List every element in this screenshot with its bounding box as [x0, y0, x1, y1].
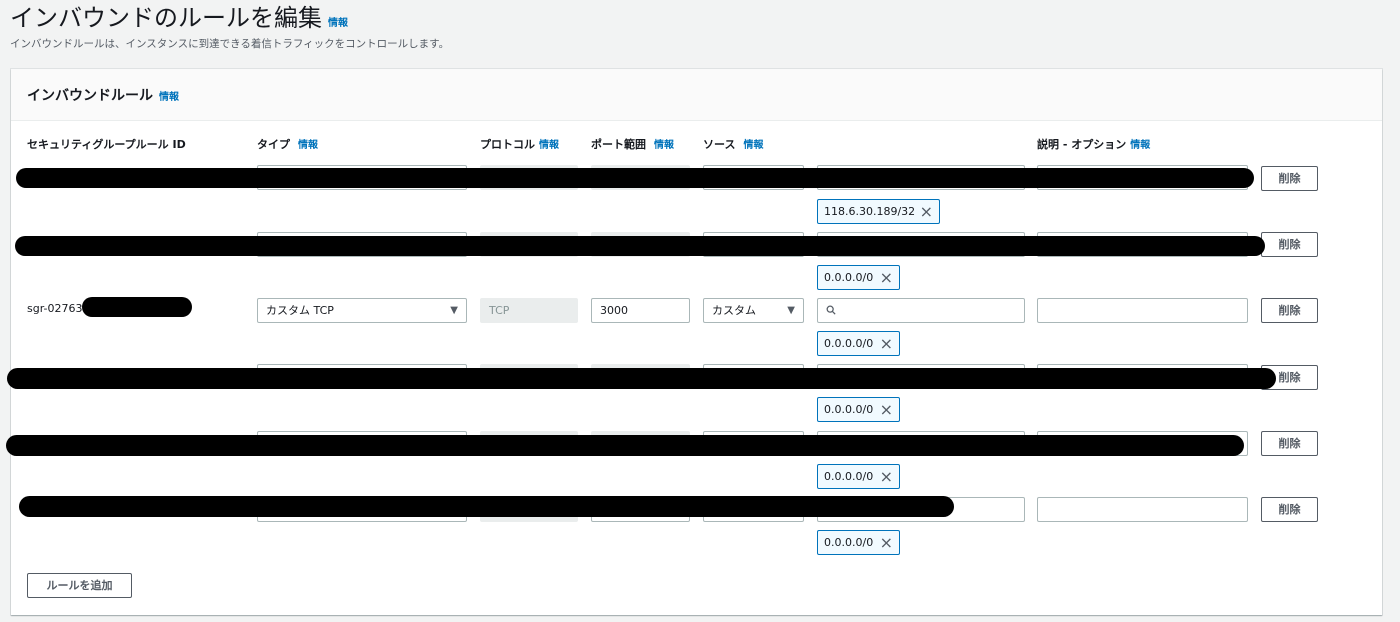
cidr-token: 0.0.0.0/0 × [817, 530, 900, 555]
column-header-description: 説明 - オプション 情報 [1037, 136, 1150, 152]
protocol-field: TCP [480, 298, 578, 323]
delete-button[interactable]: 削除 [1261, 497, 1318, 522]
type-select[interactable]: カスタム TCP ▼ [257, 298, 467, 323]
cidr-token-label: 0.0.0.0/0 [824, 337, 874, 350]
delete-button[interactable]: 削除 [1261, 298, 1318, 323]
redaction-mark [6, 435, 1244, 456]
inbound-rules-panel: インバウンドルール 情報 [11, 69, 1382, 615]
cidr-token-label: 0.0.0.0/0 [824, 536, 874, 549]
description-info-link[interactable]: 情報 [1130, 140, 1150, 151]
close-icon[interactable]: × [880, 465, 893, 488]
column-header-rule-id: セキュリティグループルール ID [27, 138, 186, 151]
type-info-link[interactable]: 情報 [298, 140, 318, 151]
cidr-token: 0.0.0.0/0 × [817, 331, 900, 356]
page-title-text: インバウンドのルールを編集 [10, 4, 322, 32]
page-title: インバウンドのルールを編集 情報 [10, 0, 348, 33]
column-port-label: ポート範囲 [591, 138, 646, 151]
redaction-mark [7, 368, 1276, 389]
cidr-token: 0.0.0.0/0 × [817, 464, 900, 489]
description-input[interactable] [1037, 298, 1248, 323]
page-description: インバウンドルールは、インスタンスに到達できる着信トラフィックをコントロールしま… [10, 38, 450, 50]
redaction-mark [16, 168, 1254, 188]
close-icon[interactable]: × [880, 398, 893, 421]
source-search-input[interactable] [817, 298, 1025, 323]
search-icon [826, 305, 836, 315]
delete-button[interactable]: 削除 [1261, 431, 1318, 456]
column-protocol-label: プロトコル [480, 138, 535, 151]
port-range-input[interactable]: 3000 [591, 298, 690, 323]
panel-title-text: インバウンドルール [27, 88, 153, 104]
close-icon[interactable]: × [880, 266, 893, 289]
cidr-token-label: 0.0.0.0/0 [824, 470, 874, 483]
close-icon[interactable]: × [920, 200, 933, 223]
delete-button[interactable]: 削除 [1261, 232, 1318, 257]
cidr-token-label: 118.6.30.189/32 [824, 205, 916, 218]
cidr-token: 0.0.0.0/0 × [817, 397, 900, 422]
column-header-port-range: ポート範囲 情報 [591, 136, 674, 152]
redaction-mark [15, 236, 1265, 256]
column-type-label: タイプ [257, 138, 290, 151]
cidr-token-label: 0.0.0.0/0 [824, 271, 874, 284]
caret-down-icon: ▼ [787, 305, 795, 316]
description-input[interactable] [1037, 497, 1248, 522]
port-info-link[interactable]: 情報 [654, 140, 674, 151]
panel-info-link[interactable]: 情報 [159, 92, 179, 103]
info-link[interactable]: 情報 [328, 18, 348, 29]
column-description-label: 説明 - オプション [1037, 138, 1127, 151]
panel-header: インバウンドルール 情報 [11, 69, 1382, 121]
delete-button[interactable]: 削除 [1261, 166, 1318, 191]
close-icon[interactable]: × [880, 332, 893, 355]
cidr-token: 0.0.0.0/0 × [817, 265, 900, 290]
redaction-mark [19, 496, 954, 517]
panel-title: インバウンドルール 情報 [27, 85, 179, 105]
caret-down-icon: ▼ [450, 305, 458, 316]
cidr-token: 118.6.30.189/32 × [817, 199, 940, 224]
protocol-info-link[interactable]: 情報 [539, 140, 559, 151]
column-header-type: タイプ 情報 [257, 136, 318, 152]
column-source-label: ソース [703, 138, 736, 151]
source-info-link[interactable]: 情報 [743, 140, 763, 151]
source-select[interactable]: カスタム ▼ [703, 298, 804, 323]
rule-id-text: sgr-02763 [27, 302, 83, 315]
add-rule-button[interactable]: ルールを追加 [27, 573, 132, 598]
type-select-value: カスタム TCP [266, 304, 334, 317]
column-header-source: ソース 情報 [703, 136, 763, 152]
cidr-token-label: 0.0.0.0/0 [824, 403, 874, 416]
column-header-protocol: プロトコル 情報 [480, 136, 559, 152]
close-icon[interactable]: × [880, 531, 893, 554]
redaction-mark [82, 297, 192, 317]
source-select-value: カスタム [712, 304, 756, 317]
